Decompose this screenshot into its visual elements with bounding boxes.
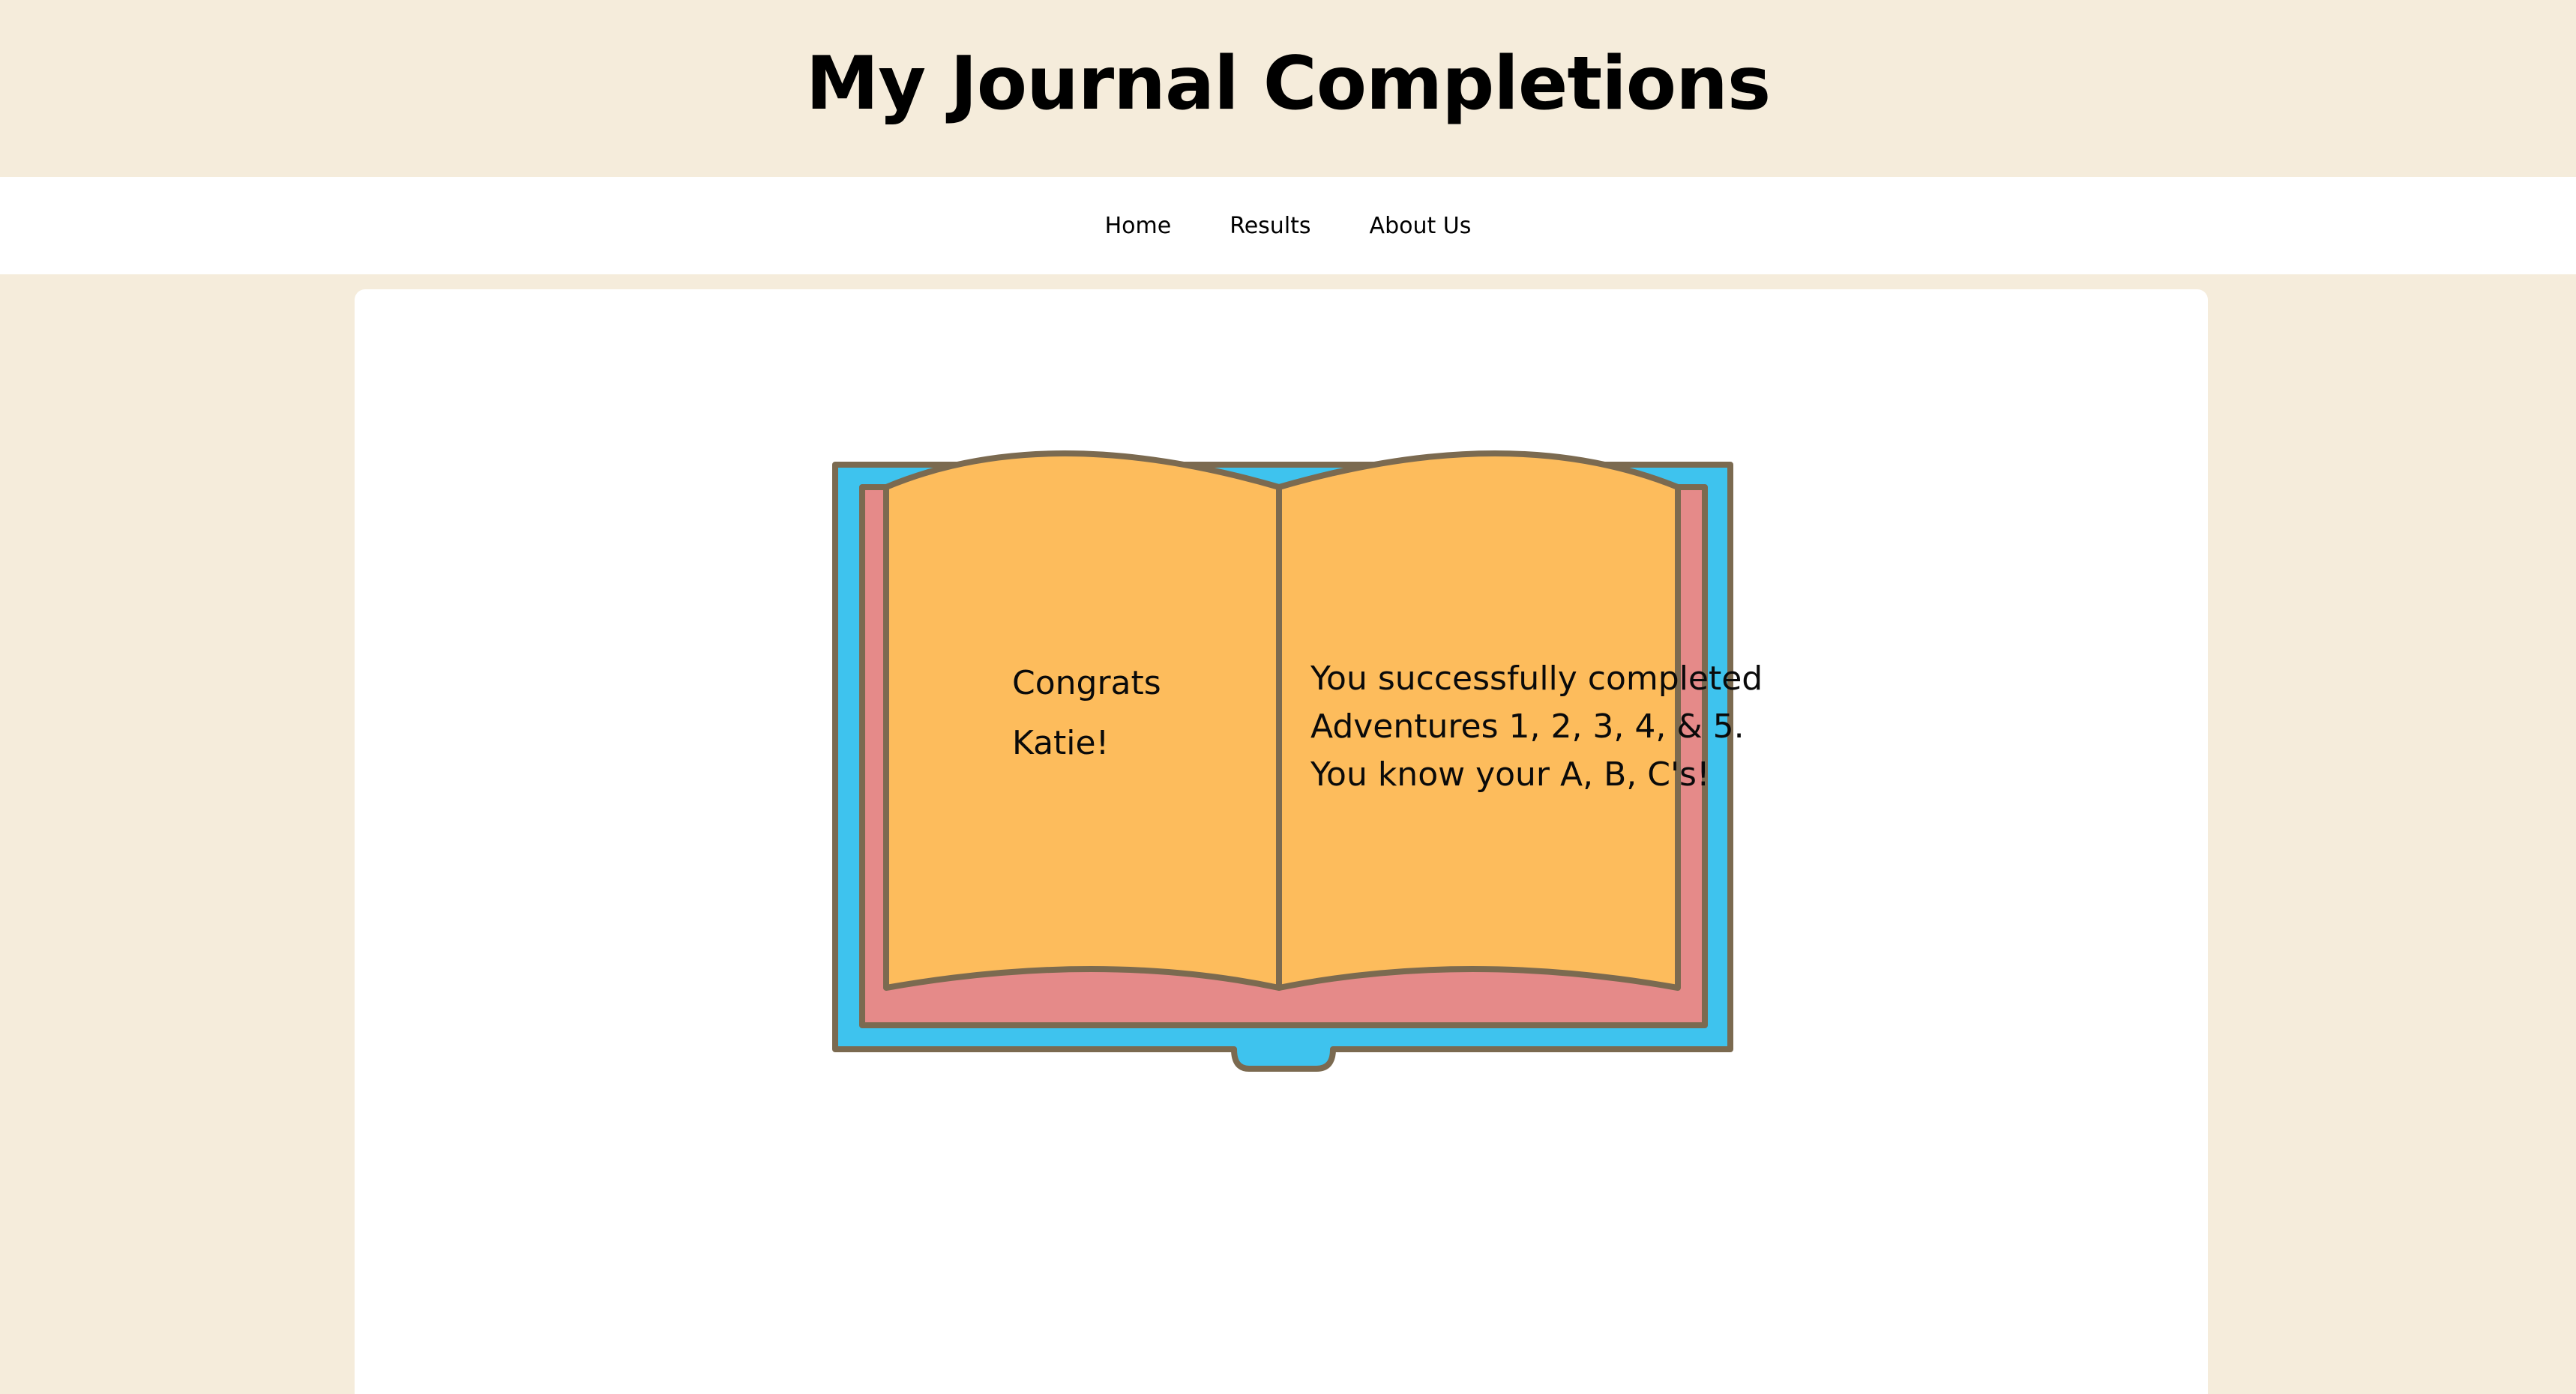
nav-link-home[interactable]: Home <box>1105 213 1172 239</box>
student-name-text: Katie! <box>1012 724 1110 762</box>
completion-text-line-3: You know your A, B, C's! <box>1310 755 1710 794</box>
nav-link-results[interactable]: Results <box>1230 213 1310 239</box>
site-header: My Journal Completions <box>0 0 2576 177</box>
congrats-text: Congrats <box>1012 664 1161 702</box>
right-page-message: You successfully completed Adventures 1,… <box>1310 655 1763 799</box>
completion-text-line-2: Adventures 1, 2, 3, 4, & 5. <box>1310 707 1745 746</box>
main-nav: Home Results About Us <box>0 177 2576 274</box>
left-page-message: Congrats Katie! <box>1012 654 1161 773</box>
completion-text-line-1: You successfully completed <box>1310 660 1763 698</box>
page-title: My Journal Completions <box>805 41 1771 127</box>
nav-link-about-us[interactable]: About Us <box>1370 213 1472 239</box>
